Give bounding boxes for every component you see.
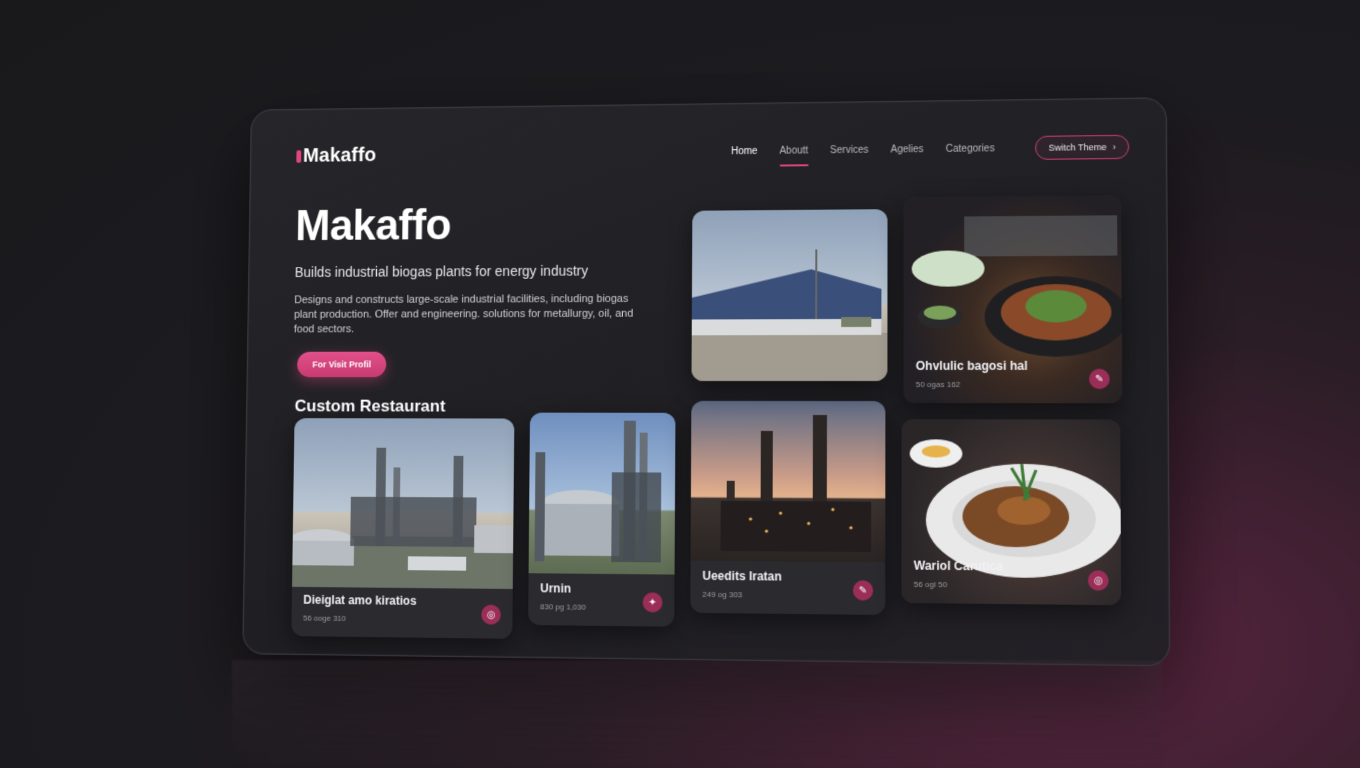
card-image (528, 412, 676, 575)
card-refinery-3[interactable]: Ueedits Iratan 249 og 303 ✎ (690, 400, 886, 615)
tank-illustration (534, 420, 662, 563)
switch-theme-button[interactable]: Switch Theme › (1035, 134, 1130, 160)
sunset-refinery-illustration (720, 415, 872, 553)
stage: Makaffo Home Aboutt Services Agelies Cat… (0, 0, 1360, 768)
nav-item-home[interactable]: Home (731, 142, 757, 161)
hero-description: Designs and constructs large-scale indus… (293, 293, 634, 336)
card-caption: Dieiglat amo kiratios (303, 592, 417, 608)
nav-item-services[interactable]: Services (830, 140, 868, 159)
card-image (291, 418, 515, 590)
card-meta: 50 ogas 162 (915, 379, 961, 390)
section-title: Custom Restaurant (294, 396, 446, 416)
leaf-icon[interactable]: ✦ (642, 592, 663, 613)
brand-logo[interactable]: Makaffo (296, 144, 376, 167)
card-warehouse[interactable] (691, 209, 888, 382)
target-icon[interactable]: ◎ (1087, 570, 1109, 591)
top-nav: Makaffo Home Aboutt Services Agelies Cat… (296, 127, 1130, 176)
card-caption: Ueedits Iratan (702, 568, 782, 584)
nav-item-agelies[interactable]: Agelies (891, 140, 924, 159)
hero-subtitle: Builds industrial biogas plants for ener… (294, 262, 589, 280)
card-caption: Urnin (540, 581, 572, 596)
logo-mark-icon (296, 149, 302, 163)
card-image (691, 209, 888, 382)
card-food-salad[interactable]: Ohvlulic bagosi hal 50 ogas 162 ✎ (903, 195, 1123, 404)
chevron-right-icon: › (1112, 141, 1116, 153)
card-meta: 830 pg 1,030 (539, 602, 587, 612)
card-image (690, 400, 886, 563)
card-meta: 249 og 303 (702, 589, 743, 600)
card-caption: Ohvlulic bagosi hal (915, 358, 1028, 373)
nav-item-about[interactable]: Aboutt (779, 141, 808, 160)
target-icon[interactable]: ◎ (481, 604, 501, 625)
card-meta: 56 ogl 50 (913, 579, 948, 590)
refinery-illustration (291, 447, 514, 590)
card-caption: Wariol Carutica (913, 558, 1004, 574)
visit-profile-button[interactable]: For Visit Profil (296, 351, 387, 378)
nav-menu: Home Aboutt Services Agelies Categories … (731, 134, 1130, 163)
hero-title: Makaffo (295, 201, 452, 250)
switch-theme-label: Switch Theme (1048, 142, 1107, 153)
nav-item-categories[interactable]: Categories (946, 139, 995, 158)
card-refinery-1[interactable]: Dieiglat amo kiratios 56 ooge 310 ◎ (291, 418, 515, 639)
panel-reflection (232, 660, 1162, 768)
brand-name: Makaffo (302, 144, 377, 167)
warehouse-illustration (691, 249, 888, 382)
card-refinery-2[interactable]: Urnin 830 pg 1,030 ✦ (528, 412, 676, 627)
browser-panel: Makaffo Home Aboutt Services Agelies Cat… (242, 97, 1171, 667)
card-food-chicken[interactable]: Wariol Carutica 56 ogl 50 ◎ (901, 419, 1122, 606)
pen-icon[interactable]: ✎ (1089, 368, 1110, 390)
card-meta: 56 ooge 310 (303, 613, 346, 623)
pen-icon[interactable]: ✎ (852, 580, 874, 601)
